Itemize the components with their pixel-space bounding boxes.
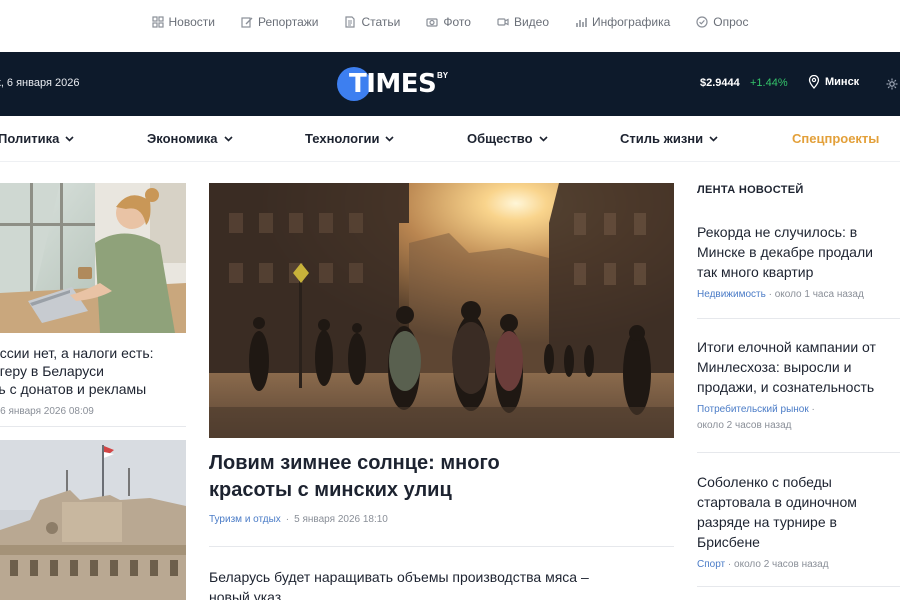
nav-video-label: Видео — [513, 15, 549, 29]
feed-item-title-line: Брисбене — [697, 534, 760, 550]
nav-infographics[interactable]: Инфографика — [575, 15, 670, 29]
city-label: Минск — [825, 76, 860, 88]
divider — [697, 586, 900, 587]
category-lifestyle-label: Стиль жизни — [620, 131, 704, 146]
nav-articles-label: Статьи — [361, 15, 401, 29]
feed-item-tag[interactable]: Спорт — [697, 559, 725, 570]
main-article-title-line: Ловим зимнее солнце: много — [209, 452, 500, 474]
currency-rate-change: +1.44% — [750, 77, 788, 89]
category-economy[interactable]: Экономика — [147, 131, 233, 146]
nav-poll[interactable]: Опрос — [696, 15, 748, 29]
feed-item-title-line: Итоги елочной кампании от — [697, 339, 876, 355]
divider — [0, 426, 186, 427]
feed-item-title-line: Соболенко с победы — [697, 474, 832, 490]
feed-item-tag[interactable]: Недвижимость — [697, 289, 766, 300]
site-header: к, 6 января 2026 TIMES BY $2.9444 +1.44%… — [0, 52, 900, 116]
category-society-label: Общество — [467, 131, 533, 146]
category-society[interactable]: Общество — [467, 131, 548, 146]
gear-icon[interactable] — [886, 78, 898, 90]
left-article-title-line: ессии нет, а налоги есть: — [0, 345, 154, 361]
nav-photo[interactable]: Фото — [426, 15, 471, 29]
feed-item-title[interactable]: Итоги елочной кампании от Минлесхоза: вы… — [697, 337, 900, 397]
nav-poll-label: Опрос — [713, 15, 749, 29]
article-image-building[interactable] — [0, 440, 186, 600]
nav-video[interactable]: Видео — [497, 15, 549, 29]
category-politics[interactable]: Политика — [0, 131, 74, 146]
pencil-icon — [241, 17, 253, 28]
feed-item-title-line: разряде на турнире в — [697, 514, 837, 530]
currency-rate: $2.9444 — [700, 77, 740, 89]
feed-item-meta: Потребительский рынок · около 2 часов на… — [697, 402, 900, 434]
left-article-title-line: ть с донатов и рекламы — [0, 381, 147, 397]
feed-item-title-line: Рекорда не случилось: в — [697, 224, 858, 240]
category-technology-label: Технологии — [305, 131, 380, 146]
main-article-image[interactable] — [209, 183, 674, 438]
chevron-down-icon — [709, 135, 718, 142]
divider — [209, 546, 674, 547]
category-technology[interactable]: Технологии — [305, 131, 395, 146]
grid-icon — [151, 16, 164, 28]
logo-text: TIMES — [349, 69, 437, 99]
nav-news-label: Новости — [168, 15, 215, 29]
news-feed-heading: ЛЕНТА НОВОСТЕЙ — [697, 184, 804, 196]
chart-icon — [576, 18, 587, 27]
main-article-meta: Туризм и отдых · 5 января 2026 18:10 — [209, 514, 388, 525]
nav-infographics-label: Инфографика — [592, 15, 671, 29]
divider — [697, 318, 900, 319]
main-article-title[interactable]: Ловим зимнее солнце: много красоты с мин… — [209, 450, 674, 504]
feed-item-title-line: Минске в декабре продали — [697, 244, 873, 260]
divider — [697, 452, 900, 453]
location-pin-icon — [808, 75, 820, 89]
top-section-nav: Новости Репортажи Статьи Фото Видео Инфо… — [0, 0, 900, 44]
category-economy-label: Экономика — [147, 131, 218, 146]
article-image-woman-laptop[interactable] — [0, 183, 186, 333]
nav-articles[interactable]: Статьи — [344, 15, 400, 29]
check-circle-icon — [696, 16, 708, 28]
site-logo[interactable]: TIMES BY — [337, 65, 457, 103]
second-article-title-line: новый указ — [209, 589, 282, 600]
category-nav: Политика Экономика Технологии Общество С… — [0, 116, 900, 162]
video-icon — [497, 18, 509, 26]
camera-icon — [426, 18, 438, 27]
nav-reports[interactable]: Репортажи — [241, 15, 319, 29]
second-article-title[interactable]: Беларусь будет наращивать объемы произво… — [209, 567, 674, 600]
meta-separator: · — [285, 514, 290, 525]
category-politics-label: Политика — [0, 131, 60, 146]
feed-item-title-line: стартовала в одиночном — [697, 494, 857, 510]
left-article-meta: - 6 января 2026 08:09 — [0, 406, 94, 417]
feed-item-meta: Спорт · около 2 часов назад — [697, 557, 900, 573]
feed-item-title-line: Минлесхоза: выросли и — [697, 359, 852, 375]
header-date: к, 6 января 2026 — [0, 77, 80, 89]
chevron-down-icon — [385, 135, 395, 142]
feed-item-meta: Недвижимость · около 1 часа назад — [697, 287, 900, 303]
document-icon — [345, 16, 356, 28]
feed-item-title-line: продажи, и сознательность — [697, 379, 875, 395]
feed-item-time: около 2 часов назад — [734, 559, 829, 570]
nav-photo-label: Фото — [443, 15, 471, 29]
main-article-date: 5 января 2026 18:10 — [294, 514, 388, 525]
second-article-title-line: Беларусь будет наращивать объемы произво… — [209, 569, 589, 585]
category-lifestyle[interactable]: Стиль жизни — [620, 131, 718, 146]
left-article-title-line: огеру в Беларуси — [0, 363, 104, 379]
nav-reports-label: Репортажи — [257, 15, 319, 29]
feed-item-time: около 1 часа назад — [774, 289, 864, 300]
feed-item-time: около 2 часов назад — [697, 420, 792, 431]
main-article-tag[interactable]: Туризм и отдых — [209, 514, 281, 525]
logo-suffix: BY — [437, 71, 449, 80]
main-article-title-line: красоты с минских улиц — [209, 479, 452, 501]
feed-item-title-line: так много квартир — [697, 264, 814, 280]
chevron-down-icon — [223, 135, 233, 142]
category-special-projects[interactable]: Спецпроекты — [792, 131, 879, 146]
feed-item-tag[interactable]: Потребительский рынок — [697, 404, 809, 415]
feed-item-title[interactable]: Соболенко с победы стартовала в одиночно… — [697, 472, 900, 552]
meta-separator: · — [811, 404, 815, 415]
chevron-down-icon — [65, 135, 74, 142]
special-projects-label: Спецпроекты — [792, 131, 880, 146]
city-selector[interactable]: Минск — [808, 75, 859, 89]
nav-news[interactable]: Новости — [151, 15, 215, 29]
chevron-down-icon — [538, 135, 548, 142]
left-article-title[interactable]: ессии нет, а налоги есть: огеру в Белару… — [0, 344, 188, 398]
feed-item-title[interactable]: Рекорда не случилось: в Минске в декабре… — [697, 222, 900, 282]
